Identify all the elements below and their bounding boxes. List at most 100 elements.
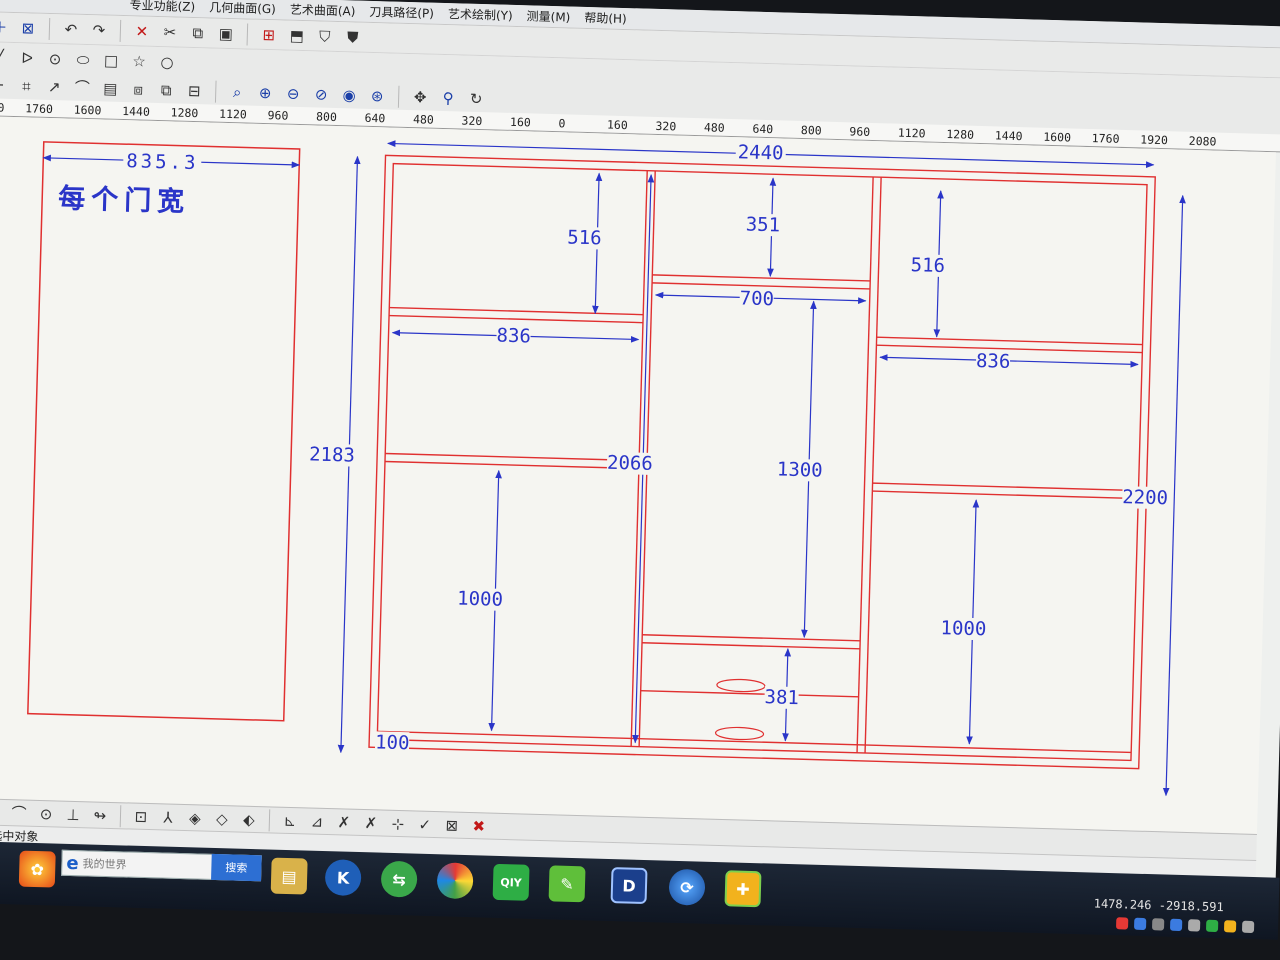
- dim-base: 100: [374, 731, 410, 755]
- cancel-snap-2-icon[interactable]: ✗: [360, 811, 383, 834]
- ruler-tick: 800: [800, 122, 822, 138]
- tray-volume-icon[interactable]: [1187, 919, 1201, 932]
- zoom-all-icon[interactable]: ⊘: [310, 83, 333, 106]
- undo-icon[interactable]: ↶: [60, 18, 83, 41]
- add-app-icon[interactable]: ✚: [724, 870, 762, 908]
- zoom-realtime-icon[interactable]: ⚲: [437, 86, 460, 109]
- tray-help-icon[interactable]: [1133, 917, 1147, 931]
- snap-node-icon[interactable]: ⊡: [130, 805, 153, 828]
- ruler-tick: 480: [703, 119, 725, 135]
- ruler-tick: 480: [412, 111, 435, 127]
- leaf-app-icon[interactable]: ✎: [548, 865, 586, 903]
- ruler-tick: 2010: [0, 99, 5, 115]
- select-box-icon[interactable]: ⊠: [17, 17, 40, 40]
- shield-filled-icon[interactable]: ⛊: [342, 26, 365, 49]
- dim-overall-width: 2440: [735, 141, 786, 165]
- group-icon[interactable]: ▤: [99, 77, 122, 100]
- ruler-tick: 960: [849, 123, 871, 139]
- menu-special[interactable]: 专业功能(Z): [129, 0, 195, 15]
- mirror-icon[interactable]: ⧉: [155, 78, 178, 101]
- zoom-window-icon[interactable]: ⌕: [226, 80, 249, 103]
- tray-ime-icon[interactable]: [1169, 918, 1183, 932]
- tray-network-icon[interactable]: [1151, 918, 1165, 931]
- toolbar-divider: [397, 85, 400, 108]
- iqiyi-icon[interactable]: QIY: [492, 863, 530, 901]
- ruler-tick: 1120: [897, 125, 926, 140]
- door-width-note: 每个门宽: [57, 183, 191, 218]
- cut-icon[interactable]: ✂: [159, 21, 182, 44]
- menu-toolpath[interactable]: 刀具路径(P): [369, 3, 434, 22]
- trim-icon[interactable]: ⌗: [15, 75, 38, 98]
- ruler-tick: 1440: [121, 103, 151, 119]
- menu-geometry-surface[interactable]: 几何曲面(G): [209, 0, 276, 17]
- menu-art-draw[interactable]: 艺术绘制(Y): [448, 5, 513, 24]
- ellipse-icon[interactable]: ⬭: [72, 48, 95, 71]
- menu-art-surface[interactable]: 艺术曲面(A): [290, 1, 356, 20]
- polyline-icon[interactable]: ᐅ: [16, 47, 39, 70]
- system-tray: [1116, 917, 1255, 934]
- extend-icon[interactable]: ↗: [43, 75, 66, 98]
- redo-icon[interactable]: ↷: [88, 19, 111, 42]
- k-app-icon[interactable]: K: [324, 859, 362, 897]
- snap-center-icon[interactable]: ⊙: [35, 802, 58, 825]
- circle-icon[interactable]: ○: [156, 50, 179, 73]
- snap-quadrant-icon[interactable]: ◇: [211, 807, 234, 830]
- array-icon[interactable]: ⧈: [127, 78, 150, 101]
- zoom-out-icon[interactable]: ⊖: [282, 82, 305, 105]
- node-edit-icon[interactable]: ⌐: [0, 74, 10, 97]
- ruler-tick: 160: [606, 117, 628, 132]
- point-circle-icon[interactable]: ⊙: [44, 47, 67, 70]
- cad-app-icon[interactable]: D: [610, 867, 648, 905]
- ortho-icon[interactable]: ⊾: [279, 809, 302, 832]
- menu-measure[interactable]: 测量(M): [526, 7, 570, 25]
- ruler-tick: 1600: [73, 102, 102, 117]
- snap-endpoint-icon[interactable]: ✕: [0, 801, 3, 824]
- star-icon[interactable]: ☆: [128, 50, 151, 73]
- align-icon[interactable]: ⊟: [183, 79, 206, 102]
- tray-app-icon[interactable]: [1223, 920, 1237, 933]
- paste-icon[interactable]: ▣: [215, 22, 238, 45]
- settings-icon[interactable]: ⊠: [441, 814, 464, 837]
- cancel-snap-icon[interactable]: ✗: [333, 811, 356, 834]
- toolbar-divider: [268, 808, 271, 831]
- copy-icon[interactable]: ⧉: [187, 21, 210, 44]
- ruler-tick: 1920: [1140, 131, 1169, 147]
- new-icon[interactable]: ＋: [0, 16, 11, 39]
- zoom-selection-icon[interactable]: ⊛: [366, 84, 389, 107]
- snap-arc-icon[interactable]: ⌒: [8, 802, 31, 825]
- tray-security-icon[interactable]: [1205, 919, 1219, 933]
- start-button[interactable]: ✿: [18, 850, 56, 888]
- fillet-icon[interactable]: ⌒: [71, 76, 94, 99]
- menu-help[interactable]: 帮助(H): [584, 9, 627, 27]
- browser-app-icon[interactable]: [436, 862, 474, 900]
- refresh-icon[interactable]: ↻: [465, 87, 488, 110]
- delete-icon[interactable]: ✕: [131, 20, 154, 43]
- snap-perpendicular-icon[interactable]: ⊥: [62, 803, 85, 826]
- tray-more-icon[interactable]: [1241, 920, 1255, 934]
- shield-icon[interactable]: ⛉: [314, 25, 337, 48]
- snap-grid-icon[interactable]: ◈: [184, 807, 207, 830]
- close-snap-icon[interactable]: ✖: [468, 814, 491, 837]
- check-icon[interactable]: ✓: [414, 813, 437, 836]
- drawing-canvas[interactable]: 835.3 每个门宽 2440 2183 2200 516 836 1000 3…: [0, 116, 1276, 842]
- snap-intersect-icon[interactable]: ⬖: [238, 808, 261, 831]
- dim-hanging-height: 1300: [776, 458, 823, 482]
- snap-tangent-icon[interactable]: ↬: [89, 804, 112, 827]
- measure-icon[interactable]: ⊹: [387, 812, 410, 835]
- sync-app-icon[interactable]: ⇆: [380, 860, 418, 898]
- search-placeholder: 我的世界: [82, 857, 127, 872]
- view-3d-icon[interactable]: ⬒: [286, 24, 309, 47]
- tray-sogou-icon[interactable]: [1116, 917, 1129, 930]
- snap-nearest-icon[interactable]: ⅄: [157, 806, 180, 829]
- pan-icon[interactable]: ✥: [409, 86, 432, 109]
- dim-left-top: 516: [567, 226, 602, 250]
- grid-icon[interactable]: ⊞: [258, 23, 281, 46]
- line-icon[interactable]: ╱: [0, 46, 10, 69]
- search-button[interactable]: 搜索: [211, 853, 262, 882]
- file-explorer-icon[interactable]: ▤: [270, 857, 308, 895]
- polar-icon[interactable]: ⊿: [306, 810, 329, 833]
- zoom-in-icon[interactable]: ⊕: [254, 81, 277, 104]
- rectangle-icon[interactable]: □: [100, 49, 123, 72]
- eye-icon[interactable]: ◉: [338, 84, 361, 107]
- globe-app-icon[interactable]: ⟳: [668, 868, 706, 906]
